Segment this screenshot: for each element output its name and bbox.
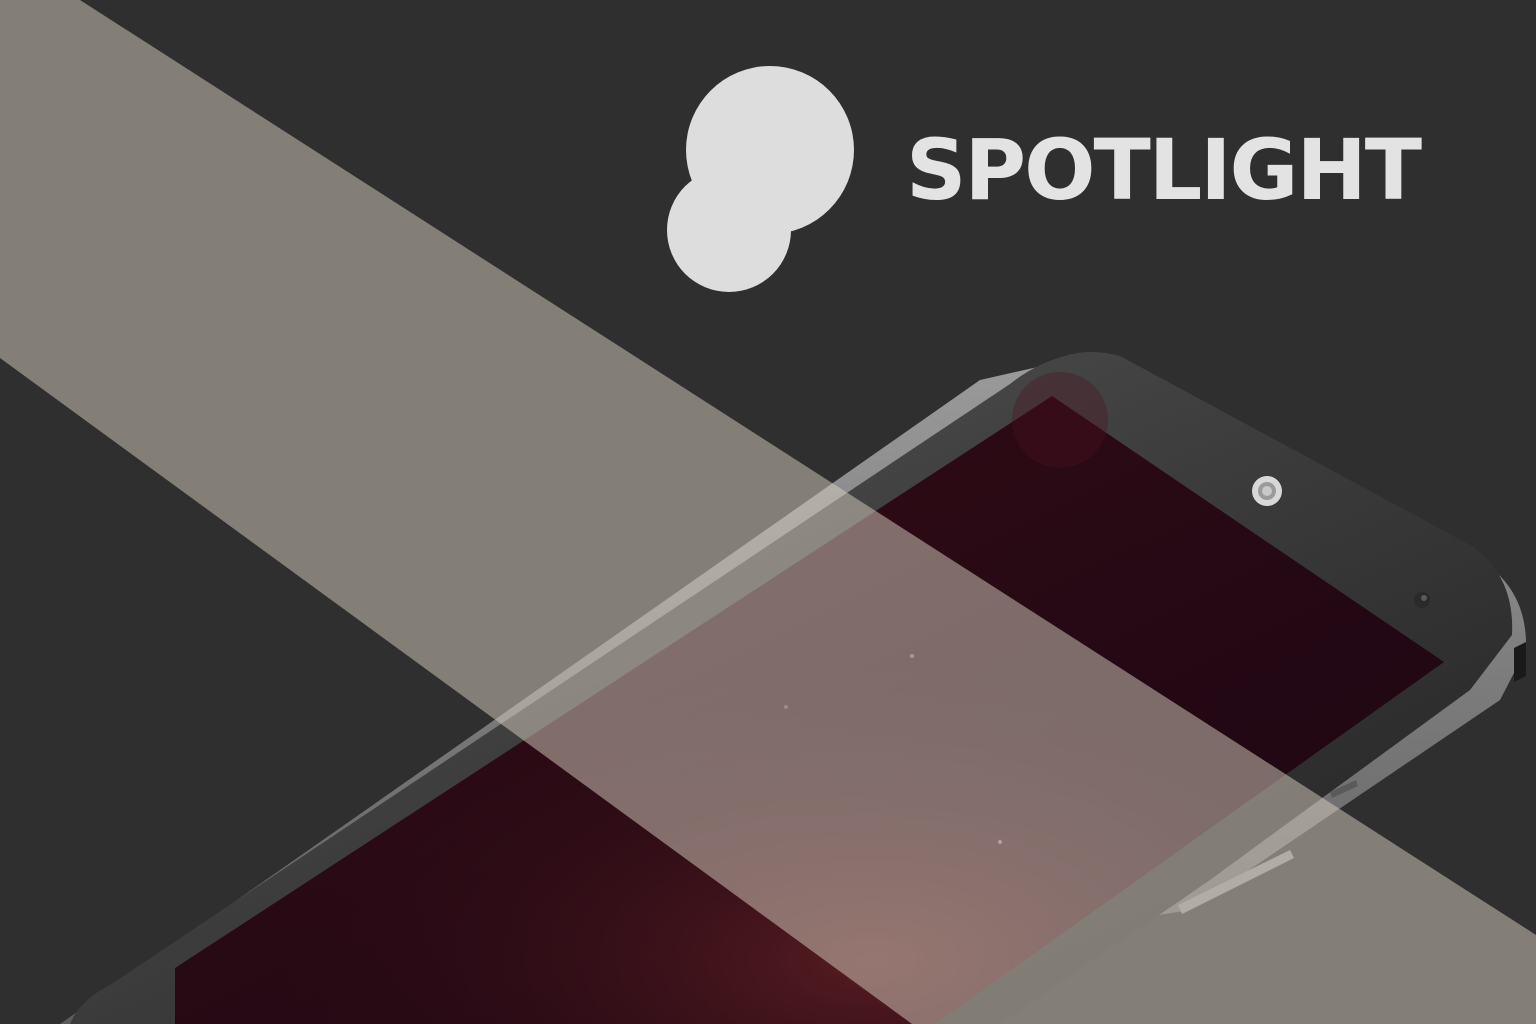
spotlight-logo-icon [667, 66, 854, 292]
splash-screen: SPOTLIGHT [0, 0, 1536, 1024]
app-title: SPOTLIGHT [906, 121, 1422, 219]
